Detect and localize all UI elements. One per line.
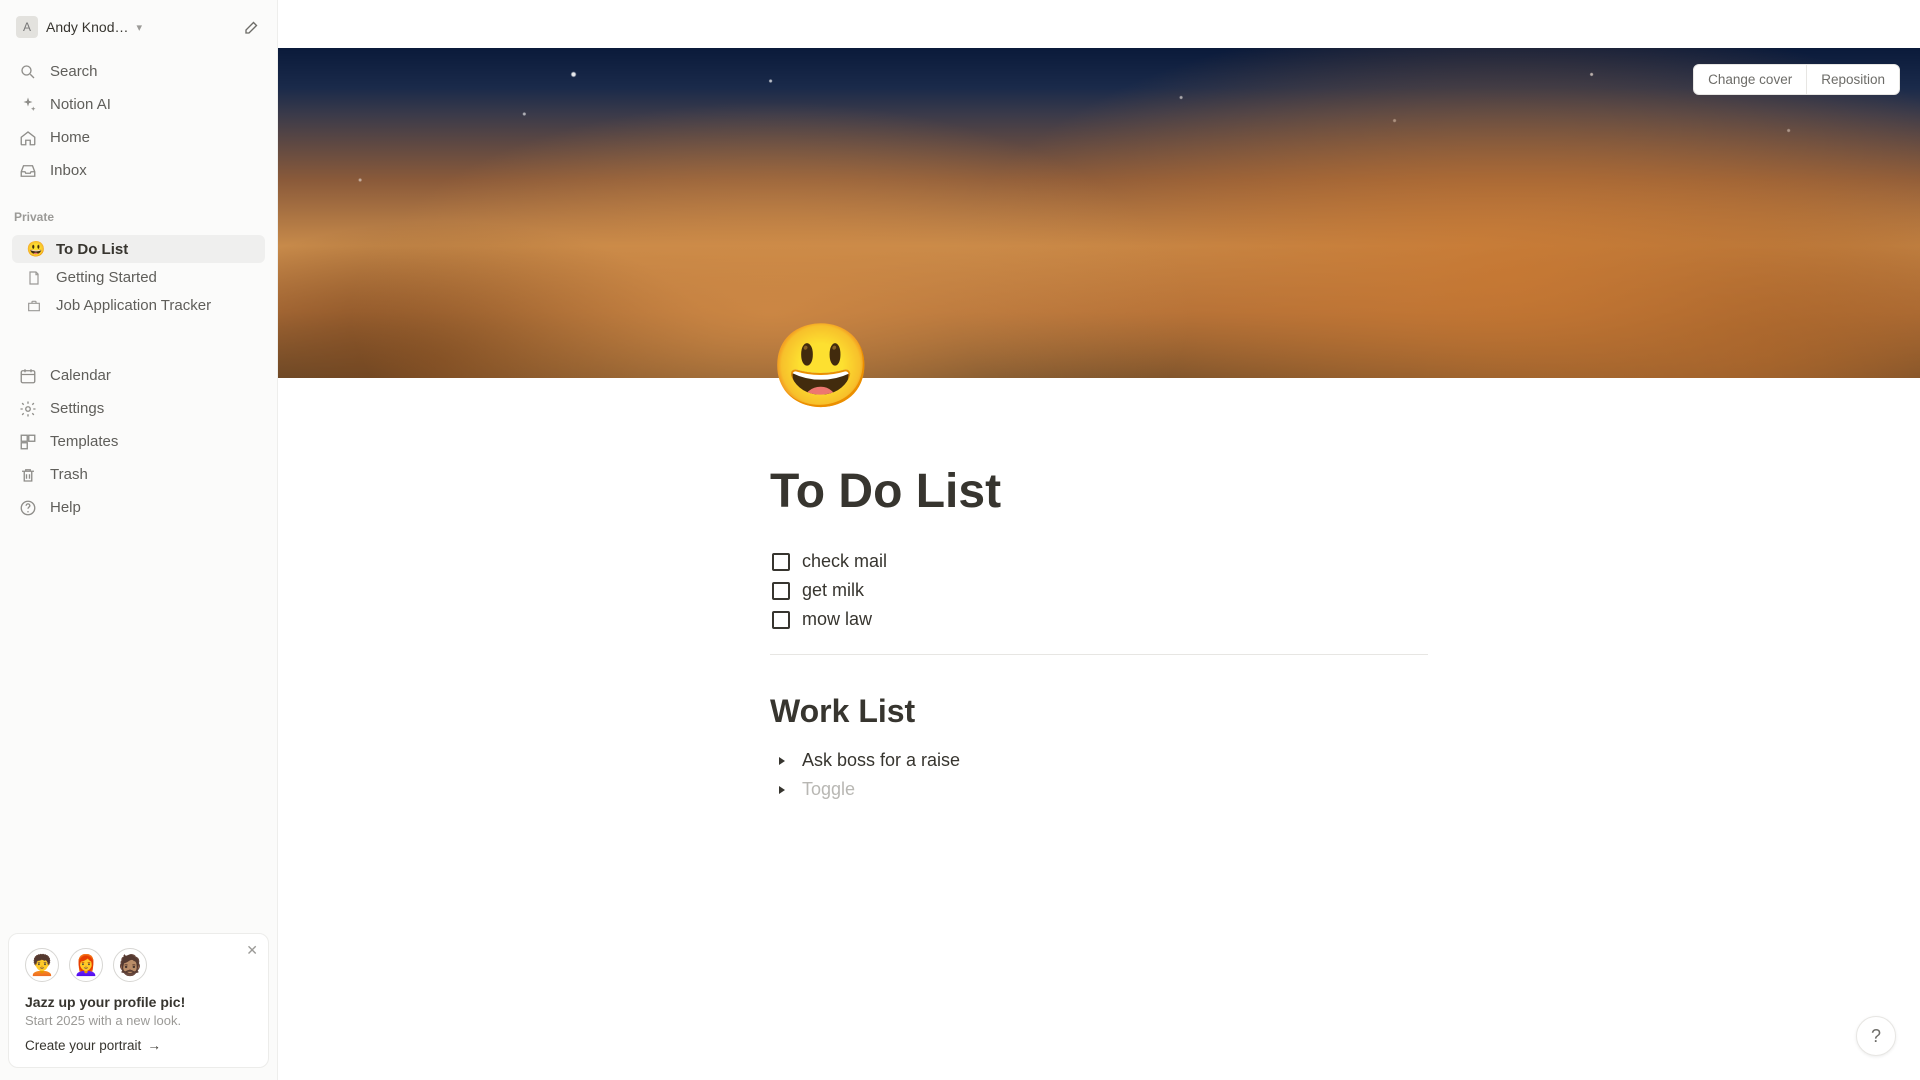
- promo-subtitle: Start 2025 with a new look.: [25, 1013, 252, 1028]
- change-cover-button[interactable]: Change cover: [1694, 65, 1806, 94]
- divider: [770, 654, 1428, 655]
- toggle-placeholder[interactable]: Toggle: [802, 779, 855, 800]
- sidebar-settings[interactable]: Settings: [8, 393, 269, 424]
- sidebar-calendar-label: Calendar: [50, 365, 111, 386]
- templates-icon: [18, 433, 38, 451]
- page-icon-emoji[interactable]: 😃: [770, 326, 872, 408]
- sidebar-ai[interactable]: Notion AI: [8, 89, 269, 120]
- todo-item[interactable]: check mail: [770, 547, 1428, 576]
- new-page-button[interactable]: [237, 12, 267, 42]
- sidebar-settings-label: Settings: [50, 398, 104, 419]
- close-icon[interactable]: ✕: [246, 942, 258, 959]
- sidebar-help-label: Help: [50, 497, 81, 518]
- sidebar-search-label: Search: [50, 61, 98, 82]
- sidebar-calendar[interactable]: Calendar: [8, 360, 269, 391]
- toggle-text[interactable]: Ask boss for a raise: [802, 750, 960, 771]
- sidebar-inbox[interactable]: Inbox: [8, 155, 269, 186]
- section-heading[interactable]: Work List: [770, 693, 1428, 730]
- sidebar-templates[interactable]: Templates: [8, 426, 269, 457]
- main: Change cover Reposition 😃 To Do List che…: [278, 0, 1920, 1080]
- emoji-icon: 😃: [26, 240, 46, 258]
- trash-icon: [18, 466, 38, 484]
- sidebar-top: A Andy Knod… ▾: [0, 0, 277, 50]
- promo-avatars: 🧑‍🦱 👩‍🦰 🧔🏽: [25, 948, 252, 982]
- gear-icon: [18, 400, 38, 418]
- avatar-icon: 👩‍🦰: [69, 948, 103, 982]
- avatar-icon: 🧑‍🦱: [25, 948, 59, 982]
- topbar: [278, 0, 1920, 48]
- sidebar-inbox-label: Inbox: [50, 160, 87, 181]
- toggle-caret-icon[interactable]: [772, 751, 792, 771]
- todo-text[interactable]: get milk: [802, 580, 864, 601]
- sidebar-search[interactable]: Search: [8, 56, 269, 87]
- cover-actions: Change cover Reposition: [1693, 64, 1900, 95]
- checkbox[interactable]: [772, 611, 790, 629]
- sidebar-private-heading: Private: [0, 192, 277, 230]
- sidebar-page-label: To Do List: [56, 241, 128, 258]
- sparkle-icon: [18, 96, 38, 114]
- sidebar-page-label: Job Application Tracker: [56, 297, 211, 314]
- avatar-icon: 🧔🏽: [113, 948, 147, 982]
- sidebar-page-label: Getting Started: [56, 269, 157, 286]
- workspace-avatar: A: [16, 16, 38, 38]
- toggle-caret-icon[interactable]: [772, 780, 792, 800]
- help-fab[interactable]: ?: [1856, 1016, 1896, 1056]
- compose-icon: [243, 18, 261, 36]
- sidebar-templates-label: Templates: [50, 431, 118, 452]
- home-icon: [18, 129, 38, 147]
- promo-cta-label: Create your portrait: [25, 1038, 141, 1053]
- sidebar-page-todo[interactable]: 😃 To Do List: [12, 235, 265, 263]
- sidebar-trash-label: Trash: [50, 464, 88, 485]
- todo-item[interactable]: get milk: [770, 576, 1428, 605]
- toggle-item[interactable]: Toggle: [770, 775, 1428, 804]
- todo-text[interactable]: mow law: [802, 609, 872, 630]
- sidebar-page-job-tracker[interactable]: Job Application Tracker: [12, 292, 265, 319]
- checkbox[interactable]: [772, 553, 790, 571]
- sidebar: A Andy Knod… ▾ Search Notion AI Home Inb…: [0, 0, 278, 1080]
- promo-title: Jazz up your profile pic!: [25, 994, 252, 1010]
- search-icon: [18, 63, 38, 81]
- checkbox[interactable]: [772, 582, 790, 600]
- help-icon: [18, 499, 38, 517]
- promo-cta[interactable]: Create your portrait →: [25, 1038, 252, 1053]
- sidebar-page-getting-started[interactable]: Getting Started: [12, 264, 265, 291]
- cover-image[interactable]: Change cover Reposition: [278, 48, 1920, 378]
- briefcase-icon: [26, 298, 46, 314]
- workspace-name: Andy Knod…: [46, 19, 129, 35]
- reposition-cover-button[interactable]: Reposition: [1806, 65, 1899, 94]
- document-icon: [26, 270, 46, 286]
- todo-item[interactable]: mow law: [770, 605, 1428, 634]
- chevron-down-icon: ▾: [137, 21, 143, 34]
- todo-text[interactable]: check mail: [802, 551, 887, 572]
- sidebar-pages: 😃 To Do List Getting Started Job Applica…: [0, 230, 277, 324]
- sidebar-ai-label: Notion AI: [50, 94, 111, 115]
- arrow-right-icon: →: [147, 1038, 161, 1053]
- promo-card: ✕ 🧑‍🦱 👩‍🦰 🧔🏽 Jazz up your profile pic! S…: [8, 933, 269, 1068]
- workspace-switcher[interactable]: A Andy Knod… ▾: [10, 12, 237, 42]
- page-content: 😃 To Do List check mail get milk mow law…: [674, 378, 1524, 804]
- inbox-icon: [18, 162, 38, 180]
- sidebar-home[interactable]: Home: [8, 122, 269, 153]
- sidebar-help[interactable]: Help: [8, 492, 269, 523]
- sidebar-home-label: Home: [50, 127, 90, 148]
- toggle-item[interactable]: Ask boss for a raise: [770, 746, 1428, 775]
- calendar-icon: [18, 367, 38, 385]
- sidebar-trash[interactable]: Trash: [8, 459, 269, 490]
